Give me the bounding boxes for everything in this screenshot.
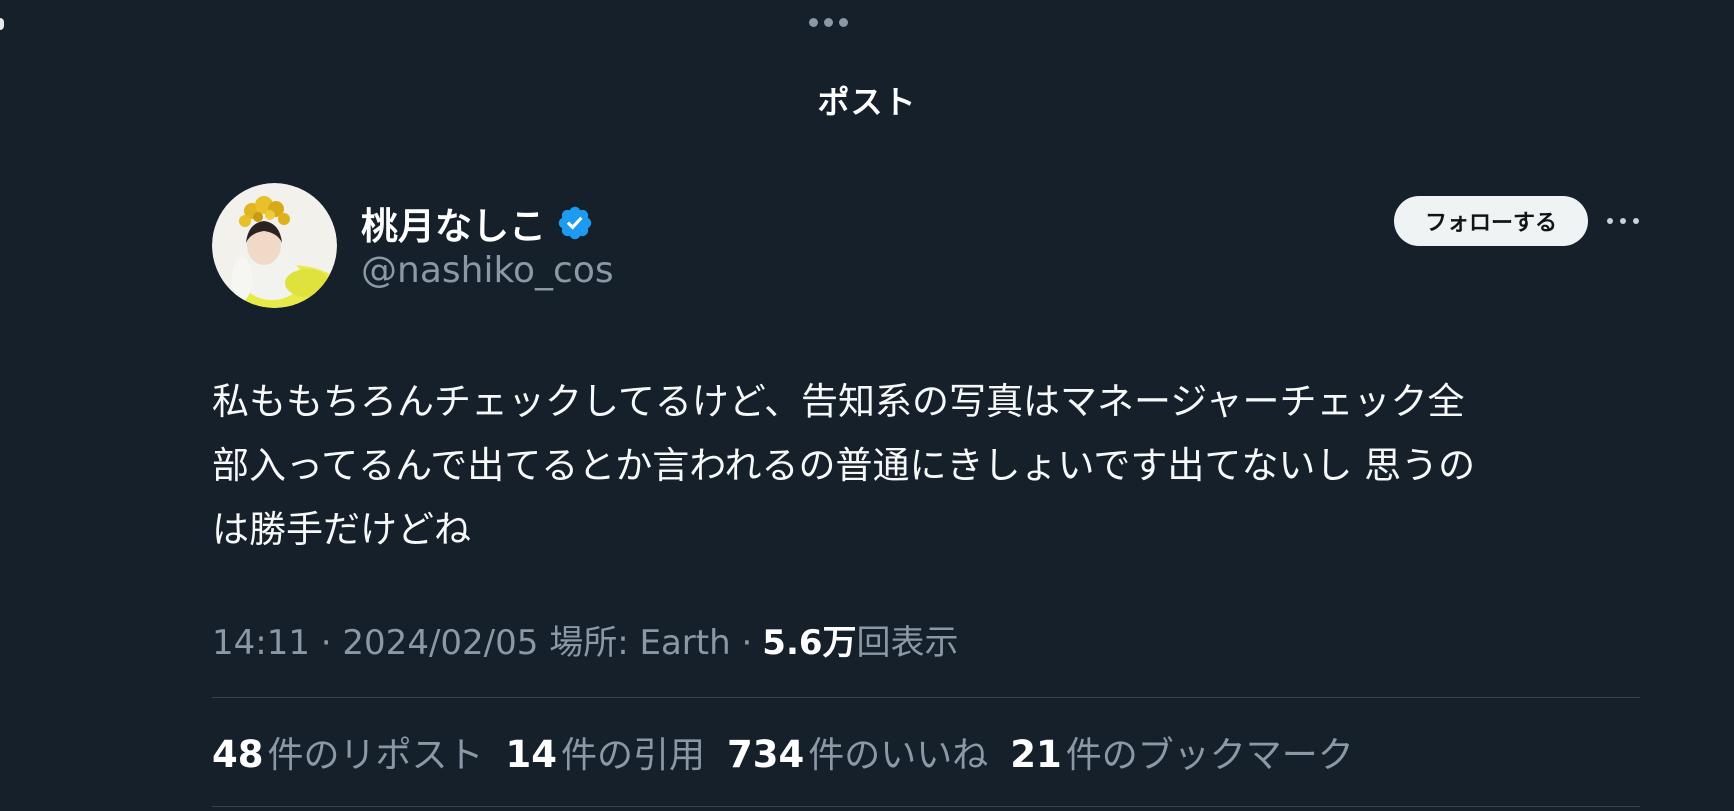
stat-count: 21 xyxy=(1010,733,1062,776)
window-edge-indicator xyxy=(0,18,4,30)
follow-button[interactable]: フォローする xyxy=(1394,196,1588,246)
stat-count: 734 xyxy=(727,733,805,776)
stat-quotes[interactable]: 14 件の引用 xyxy=(506,726,706,778)
stat-label: 件のブックマーク xyxy=(1065,735,1354,776)
stat-bookmarks[interactable]: 21 件のブックマーク xyxy=(1010,726,1354,778)
avatar-photo-icon xyxy=(212,183,337,308)
post-text-line: 私ももちろんチェックしてるけど、告知系の写真はマネージャーチェック全 xyxy=(212,380,1465,423)
grabber-dot xyxy=(839,18,848,27)
more-dot xyxy=(1620,218,1626,224)
grabber-dot xyxy=(809,18,818,27)
post-meta: 14:11 · 2024/02/05 場所: Earth · 5.6万 回表示 xyxy=(212,615,959,664)
verified-badge-icon[interactable] xyxy=(556,204,594,242)
stat-label: 件のいいね xyxy=(808,735,989,776)
views-label: 回表示 xyxy=(856,623,959,663)
divider xyxy=(212,806,1640,807)
avatar[interactable] xyxy=(212,183,337,308)
post-detail-screen: ポスト 桃月なしこ @nashiko_cos フォローする 私ももちろんチェック… xyxy=(0,0,1734,811)
meta-separator: · xyxy=(320,623,332,663)
stat-likes[interactable]: 734 件のいいね xyxy=(727,726,988,778)
author-handle[interactable]: @nashiko_cos xyxy=(361,250,614,291)
post-location: 場所: Earth xyxy=(549,623,731,663)
engagement-stats: 48 件のリポスト 14 件の引用 734 件のいいね 21 件のブックマーク xyxy=(212,726,1376,778)
stat-count: 14 xyxy=(505,733,558,776)
sheet-grabber-icon[interactable] xyxy=(809,18,848,27)
stat-label: 件の引用 xyxy=(561,735,706,776)
stat-reposts[interactable]: 48 件のリポスト xyxy=(212,726,484,778)
stat-count: 48 xyxy=(212,733,264,776)
author-name-row[interactable]: 桃月なしこ xyxy=(361,196,594,250)
post-time[interactable]: 14:11 xyxy=(212,623,310,663)
post-date[interactable]: 2024/02/05 xyxy=(342,623,538,663)
post-text-line: 部入ってるんで出てるとか言われるの普通にきしょいです出てないし 思うの xyxy=(212,444,1476,487)
post-text: 私ももちろんチェックしてるけど、告知系の写真はマネージャーチェック全 部入ってる… xyxy=(212,370,1632,562)
meta-space xyxy=(538,623,549,663)
views-count: 5.6万 xyxy=(762,623,857,663)
more-dot xyxy=(1633,218,1639,224)
meta-separator: · xyxy=(741,623,753,663)
page-title: ポスト xyxy=(817,83,917,121)
display-name[interactable]: 桃月なしこ xyxy=(361,196,546,250)
divider xyxy=(212,697,1640,698)
more-dot xyxy=(1607,218,1613,224)
post-text-line: は勝手だけどね xyxy=(212,508,471,551)
stat-label: 件のリポスト xyxy=(267,735,484,776)
more-horizontal-icon[interactable] xyxy=(1605,210,1641,232)
grabber-dot xyxy=(824,18,833,27)
